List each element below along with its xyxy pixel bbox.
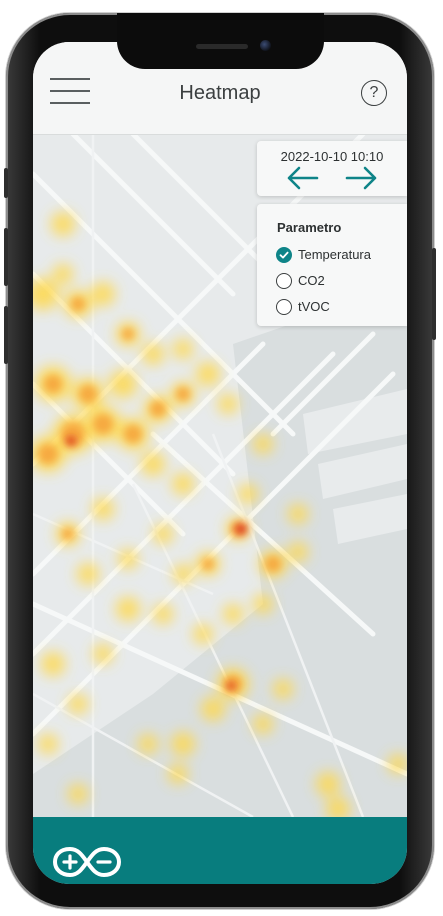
volume-up-button <box>4 228 8 286</box>
question-icon[interactable]: ? <box>361 80 387 106</box>
datetime-label: 2022-10-10 10:10 <box>280 149 384 164</box>
mute-switch <box>4 168 8 198</box>
hamburger-icon[interactable] <box>50 78 90 104</box>
radio-icon[interactable] <box>276 299 292 315</box>
option-temperatura[interactable]: Temperatura <box>276 245 401 265</box>
app-footer <box>33 817 407 884</box>
arduino-logo[interactable] <box>53 845 121 879</box>
speaker-grille <box>196 44 248 49</box>
volume-down-button <box>4 306 8 364</box>
camera-icon <box>260 40 271 51</box>
date-navigation-panel: 2022-10-10 10:10 <box>257 141 407 196</box>
parameter-title: Parametro <box>277 220 342 235</box>
app-screen: Heatmap ? 2022-10-10 10:10 Parametro Tem… <box>33 42 407 884</box>
check-icon[interactable] <box>276 247 292 263</box>
arrow-right-icon[interactable] <box>345 165 379 191</box>
arrow-left-icon[interactable] <box>285 165 319 191</box>
option-co2[interactable]: CO2 <box>276 271 401 291</box>
radio-icon[interactable] <box>276 273 292 289</box>
power-button <box>432 248 436 340</box>
option-label: CO2 <box>298 273 325 288</box>
parameter-panel: Parametro Temperatura CO2 tVOC <box>257 204 407 326</box>
option-tvoc[interactable]: tVOC <box>276 297 401 317</box>
phone-notch <box>117 13 324 69</box>
option-label: tVOC <box>298 299 330 314</box>
option-label: Temperatura <box>298 247 371 262</box>
